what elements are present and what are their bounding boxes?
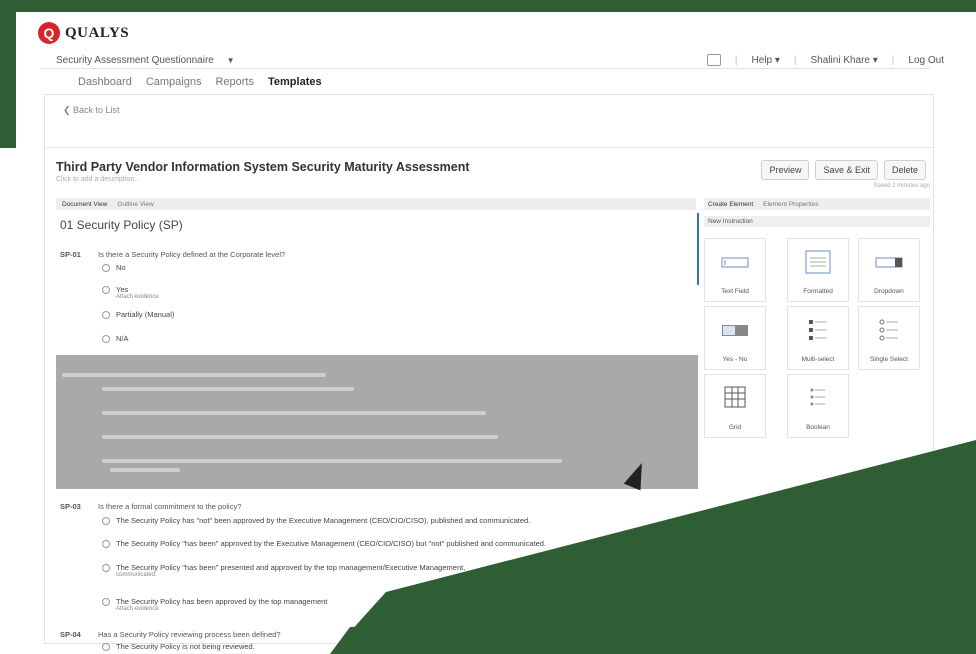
green-wedge-base [330, 627, 976, 654]
green-corner-overlay [330, 440, 976, 654]
green-wedge [330, 440, 976, 654]
